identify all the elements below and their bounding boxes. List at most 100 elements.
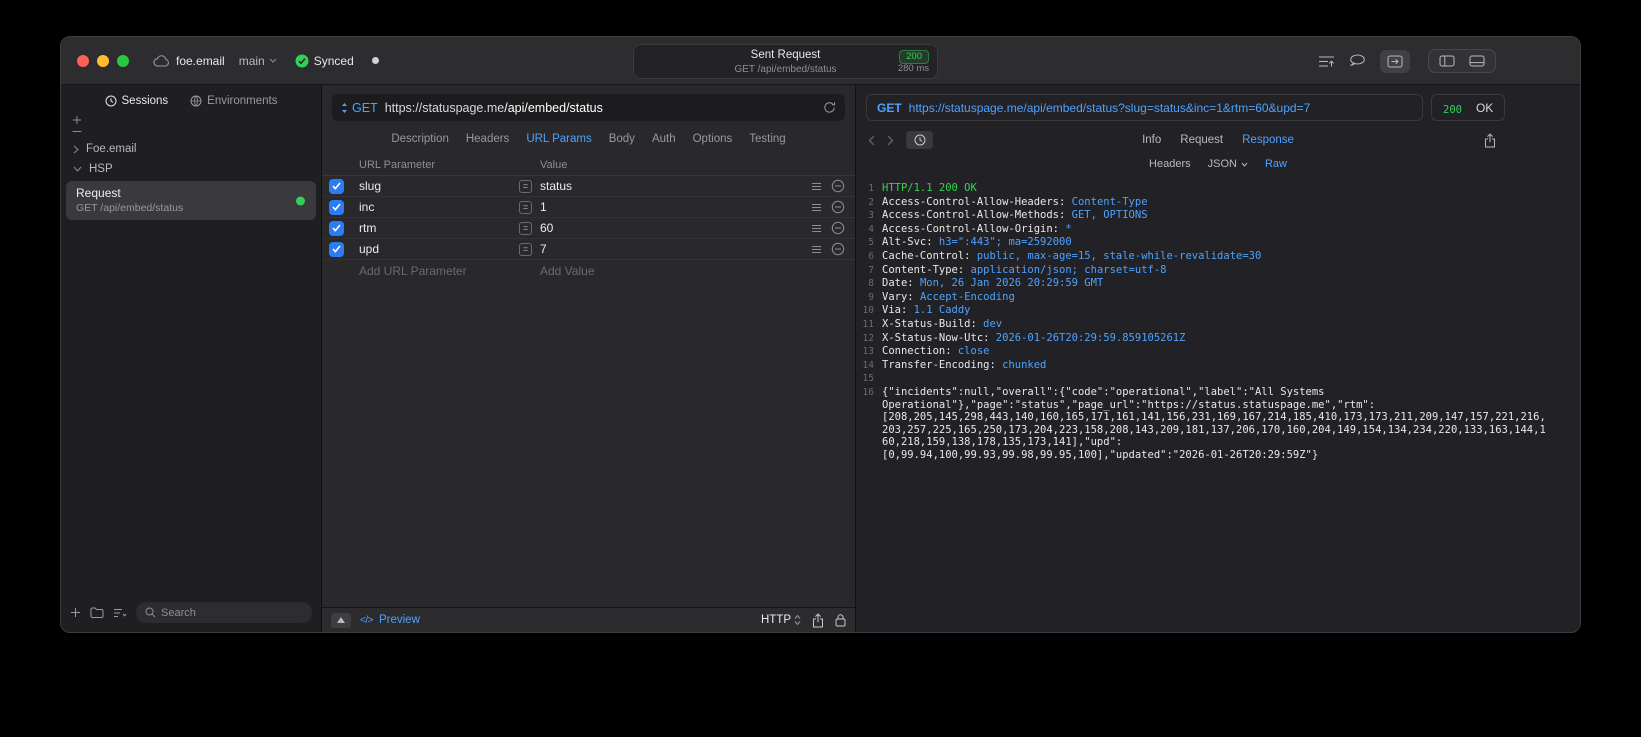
- remove-param-icon[interactable]: [831, 221, 845, 235]
- close-window-button[interactable]: [77, 54, 89, 67]
- remove-param-icon[interactable]: [831, 242, 845, 256]
- project-name[interactable]: foe.email: [176, 54, 225, 68]
- param-enabled-checkbox[interactable]: [328, 241, 344, 257]
- equals-icon: =: [519, 179, 532, 193]
- sort-list-icon[interactable]: [113, 608, 127, 618]
- editor-tab-auth[interactable]: Auth: [652, 133, 676, 145]
- editor-tab-body[interactable]: Body: [609, 133, 635, 145]
- line-number: 3: [868, 210, 874, 222]
- toggle-sidebar-icon[interactable]: [1439, 55, 1455, 67]
- param-value[interactable]: status: [540, 179, 572, 193]
- drag-handle-icon[interactable]: [811, 224, 822, 233]
- search-box[interactable]: [136, 602, 312, 623]
- request-list-icon[interactable]: [1318, 55, 1335, 68]
- drag-handle-icon[interactable]: [811, 182, 822, 191]
- preview-button[interactable]: </> Preview: [360, 614, 420, 626]
- drag-handle-icon[interactable]: [811, 245, 822, 254]
- forward-icon[interactable]: [887, 135, 894, 146]
- send-panel-icon[interactable]: [1380, 49, 1410, 73]
- url-host[interactable]: https://statuspage.me: [385, 101, 505, 115]
- sessions-icon: [105, 95, 117, 107]
- editor-tab-headers[interactable]: Headers: [466, 133, 509, 145]
- remove-param-icon[interactable]: [831, 179, 845, 193]
- branch-selector[interactable]: main: [239, 54, 277, 68]
- response-tab-request[interactable]: Request: [1180, 134, 1223, 146]
- code-icon: </>: [360, 614, 373, 626]
- param-value[interactable]: 7: [540, 242, 547, 256]
- url-path[interactable]: /api/embed/status: [504, 101, 603, 115]
- equals-icon: =: [519, 242, 532, 256]
- param-enabled-checkbox[interactable]: [328, 178, 344, 194]
- url-bar[interactable]: GET https://statuspage.me/api/embed/stat…: [332, 94, 845, 121]
- method-selector-icon[interactable]: [341, 102, 348, 114]
- search-input[interactable]: [161, 606, 303, 619]
- request-method[interactable]: GET: [352, 101, 378, 115]
- add-request-icon[interactable]: [70, 607, 81, 618]
- param-name[interactable]: slug: [350, 179, 519, 193]
- line-content: Access-Control-Allow-Headers: Content-Ty…: [882, 195, 1148, 208]
- zoom-window-button[interactable]: [117, 54, 129, 67]
- response-body-line: 4 Access-Control-Allow-Origin: *: [856, 223, 1570, 237]
- response-body-line: 8 Date: Mon, 26 Jan 2026 20:29:59 GMT: [856, 277, 1570, 291]
- protocol-selector[interactable]: HTTP: [761, 614, 801, 626]
- sync-status[interactable]: Synced: [295, 54, 354, 68]
- response-tab-response[interactable]: Response: [1242, 134, 1294, 146]
- param-name[interactable]: rtm: [350, 221, 519, 235]
- param-name[interactable]: inc: [350, 200, 519, 214]
- editor-tab-description[interactable]: Description: [391, 133, 449, 145]
- line-content: Content-Type: application/json; charset=…: [882, 263, 1167, 276]
- editor-tab-url-params[interactable]: URL Params: [526, 133, 591, 145]
- remove-session-icon[interactable]: [72, 130, 321, 133]
- resend-icon[interactable]: [823, 101, 836, 114]
- project-cluster: foe.email main Synced: [153, 54, 379, 68]
- remove-param-icon[interactable]: [831, 200, 845, 214]
- status-code-badge: 200: [899, 50, 929, 64]
- tree-item-hsp[interactable]: HSP: [61, 159, 321, 179]
- param-name[interactable]: upd: [350, 242, 519, 256]
- response-body[interactable]: 1 HTTP/1.1 200 OK 2 Access-Control-Allow…: [856, 177, 1580, 632]
- titlebar: foe.email main Synced Sent Request GET /…: [61, 37, 1580, 85]
- tab-environments[interactable]: Environments: [190, 95, 277, 107]
- minimize-window-button[interactable]: [97, 54, 109, 67]
- lasso-icon[interactable]: [1349, 54, 1366, 68]
- new-folder-icon[interactable]: [90, 607, 104, 618]
- line-number: 8: [868, 278, 874, 290]
- tree-label: Foe.email: [86, 143, 137, 155]
- response-body-line: 9 Vary: Accept-Encoding: [856, 291, 1570, 305]
- add-param-name-placeholder[interactable]: Add URL Parameter: [350, 264, 519, 278]
- subtab-json[interactable]: JSON: [1208, 158, 1248, 170]
- line-content: Access-Control-Allow-Origin: *: [882, 222, 1072, 235]
- sidebar: Sessions Environments Foe.email HSP Requ…: [61, 85, 322, 632]
- tab-sessions[interactable]: Sessions: [105, 95, 168, 107]
- sent-request-summary[interactable]: Sent Request GET /api/embed/status 200 2…: [633, 44, 938, 79]
- param-value[interactable]: 60: [540, 221, 553, 235]
- subtab-headers[interactable]: Headers: [1149, 158, 1191, 170]
- param-value[interactable]: 1: [540, 200, 547, 214]
- param-enabled-checkbox[interactable]: [328, 199, 344, 215]
- status-dot: [371, 57, 379, 64]
- sidebar-request-item[interactable]: Request GET /api/embed/status: [66, 181, 316, 220]
- back-icon[interactable]: [868, 135, 875, 146]
- line-number: 5: [868, 237, 874, 249]
- param-row: slug = status: [322, 176, 855, 197]
- add-session-icon[interactable]: [72, 115, 321, 125]
- editor-tab-testing[interactable]: Testing: [749, 133, 785, 145]
- lock-icon[interactable]: [835, 613, 846, 627]
- request-editor-tabs: Description Headers URL Params Body Auth…: [322, 126, 855, 154]
- param-enabled-checkbox[interactable]: [328, 220, 344, 236]
- line-number: 1: [868, 183, 874, 194]
- toggle-bottom-panel-icon[interactable]: [1469, 55, 1485, 67]
- tree-item-foe-email[interactable]: Foe.email: [61, 139, 321, 159]
- subtab-raw[interactable]: Raw: [1265, 158, 1287, 170]
- history-clock-button[interactable]: [906, 131, 933, 149]
- param-add-row[interactable]: Add URL Parameter Add Value: [322, 260, 855, 281]
- expand-panel-button[interactable]: [331, 612, 351, 628]
- export-icon[interactable]: [1484, 132, 1496, 148]
- drag-handle-icon[interactable]: [811, 203, 822, 212]
- editor-tab-options[interactable]: Options: [693, 133, 733, 145]
- line-number: 7: [868, 264, 874, 276]
- share-icon[interactable]: [812, 612, 824, 628]
- add-param-value-placeholder[interactable]: Add Value: [519, 264, 803, 278]
- sent-request-url[interactable]: GET https://statuspage.me/api/embed/stat…: [866, 94, 1423, 121]
- response-tab-info[interactable]: Info: [1142, 134, 1161, 146]
